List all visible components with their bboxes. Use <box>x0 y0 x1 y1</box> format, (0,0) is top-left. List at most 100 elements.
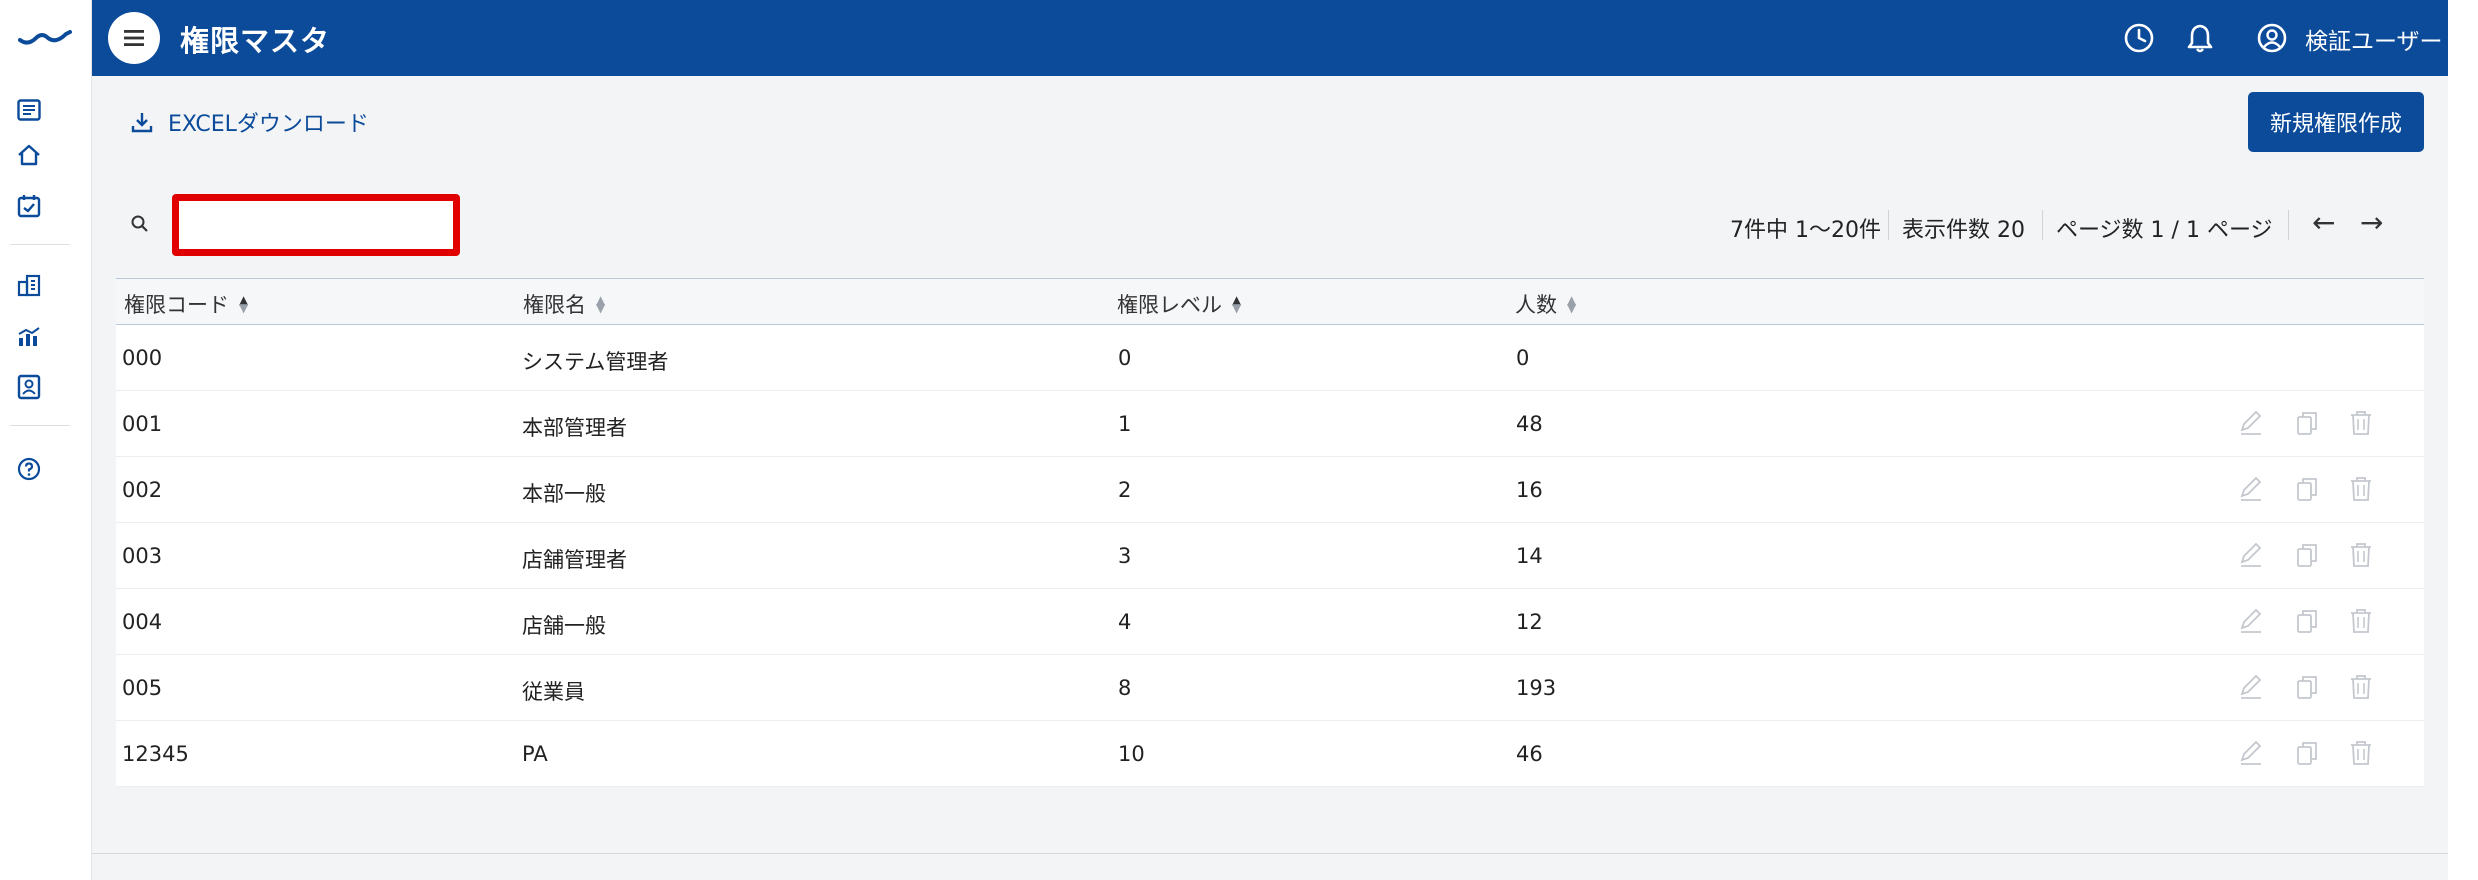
download-icon <box>131 113 153 133</box>
cell-level: 0 <box>1118 346 1132 370</box>
cell-count: 46 <box>1516 742 1543 766</box>
edit-icon[interactable] <box>2238 607 2264 635</box>
pager-divider <box>1888 210 1889 240</box>
sidebar <box>0 0 92 880</box>
footer-divider <box>92 853 2448 854</box>
cell-count: 0 <box>1516 346 1530 370</box>
copy-icon[interactable] <box>2294 739 2320 767</box>
main-content: EXCELダウンロード 新規権限作成 7件中 1〜20件 表示件数 20 ページ… <box>92 76 2448 854</box>
menu-button[interactable] <box>108 12 160 64</box>
cell-name: 本部管理者 <box>522 416 627 440</box>
excel-download-label: EXCELダウンロード <box>168 112 369 137</box>
calendar-check-icon[interactable] <box>14 191 44 221</box>
table-row[interactable]: 004 店舗一般 4 12 <box>116 589 2424 655</box>
list-icon[interactable] <box>14 95 44 125</box>
cell-name: 本部一般 <box>522 482 606 506</box>
hamburger-icon <box>124 30 144 46</box>
logo-icon <box>18 30 72 45</box>
cell-code: 005 <box>122 676 163 700</box>
cell-count: 14 <box>1516 544 1543 568</box>
table-header: 権限コード ▲ ▼ 権限名 ▲ ▼ 権限レベル ▲ ▼ 人数 ▲ ▼ <box>116 279 2424 325</box>
delete-icon[interactable] <box>2348 475 2374 503</box>
delete-icon[interactable] <box>2348 409 2374 437</box>
pager-divider <box>2288 210 2289 240</box>
delete-icon[interactable] <box>2348 739 2374 767</box>
cell-level: 10 <box>1118 742 1145 766</box>
permission-table: 権限コード ▲ ▼ 権限名 ▲ ▼ 権限レベル ▲ ▼ 人数 ▲ ▼ 000 システム管… <box>116 278 2424 787</box>
edit-icon[interactable] <box>2238 739 2264 767</box>
cell-level: 8 <box>1118 676 1132 700</box>
cell-code: 000 <box>122 346 163 370</box>
edit-icon[interactable] <box>2238 541 2264 569</box>
history-icon[interactable] <box>2123 22 2155 54</box>
edit-icon[interactable] <box>2238 475 2264 503</box>
table-row[interactable]: 12345 PA 10 46 <box>116 721 2424 787</box>
table-row[interactable]: 000 システム管理者 0 0 <box>116 325 2424 391</box>
chart-icon[interactable] <box>14 322 44 352</box>
column-header-level[interactable]: 権限レベル ▲ ▼ <box>1117 289 1241 319</box>
pager-range: 7件中 1〜20件 <box>1730 218 1881 243</box>
scroll-gutter <box>2448 0 2478 880</box>
excel-download-link[interactable]: EXCELダウンロード <box>130 106 369 138</box>
delete-icon[interactable] <box>2348 673 2374 701</box>
column-header-name[interactable]: 権限名 ▲ ▼ <box>523 289 605 319</box>
sort-icon: ▲ ▼ <box>239 293 249 315</box>
pager-per-page[interactable]: 表示件数 20 <box>1902 212 2025 244</box>
search-icon <box>131 215 148 232</box>
prev-page-button[interactable]: ← <box>2312 206 2335 239</box>
building-icon[interactable] <box>14 270 44 300</box>
pager-divider <box>2042 210 2043 240</box>
user-icon[interactable] <box>2256 22 2288 54</box>
cell-code: 004 <box>122 610 163 634</box>
bell-icon[interactable] <box>2184 22 2216 54</box>
help-icon[interactable] <box>14 454 44 484</box>
next-page-button[interactable]: → <box>2360 206 2383 239</box>
cell-code: 001 <box>122 412 163 436</box>
cell-code: 12345 <box>122 742 189 766</box>
cell-level: 1 <box>1118 412 1132 436</box>
copy-icon[interactable] <box>2294 607 2320 635</box>
search-input[interactable] <box>172 194 460 256</box>
delete-icon[interactable] <box>2348 607 2374 635</box>
top-bar: 権限マスタ 検証ユーザー <box>92 0 2448 76</box>
copy-icon[interactable] <box>2294 541 2320 569</box>
copy-icon[interactable] <box>2294 475 2320 503</box>
edit-icon[interactable] <box>2238 409 2264 437</box>
sidebar-divider <box>10 425 70 426</box>
cell-name: 店舗管理者 <box>522 548 627 572</box>
column-label: 権限レベル <box>1117 293 1222 317</box>
cell-level: 3 <box>1118 544 1132 568</box>
column-label: 権限名 <box>523 293 586 317</box>
table-row[interactable]: 001 本部管理者 1 48 <box>116 391 2424 457</box>
cell-code: 002 <box>122 478 163 502</box>
pager-page: ページ数 1 / 1 ページ <box>2056 218 2273 243</box>
sort-icon: ▲ ▼ <box>1567 293 1577 315</box>
id-card-icon[interactable] <box>14 372 44 402</box>
new-permission-button[interactable]: 新規権限作成 <box>2248 92 2424 152</box>
copy-icon[interactable] <box>2294 409 2320 437</box>
table-row[interactable]: 002 本部一般 2 16 <box>116 457 2424 523</box>
cell-name: 従業員 <box>522 680 585 704</box>
copy-icon[interactable] <box>2294 673 2320 701</box>
cell-count: 16 <box>1516 478 1543 502</box>
sort-icon: ▲ ▼ <box>1232 293 1242 315</box>
column-label: 人数 <box>1515 293 1557 317</box>
edit-icon[interactable] <box>2238 673 2264 701</box>
column-header-count[interactable]: 人数 ▲ ▼ <box>1515 289 1576 319</box>
cell-level: 4 <box>1118 610 1132 634</box>
cell-name: システム管理者 <box>522 350 669 374</box>
cell-name: 店舗一般 <box>522 614 606 638</box>
delete-icon[interactable] <box>2348 541 2374 569</box>
cell-count: 48 <box>1516 412 1543 436</box>
home-icon[interactable] <box>14 140 44 170</box>
column-header-code[interactable]: 権限コード ▲ ▼ <box>124 289 248 319</box>
table-row[interactable]: 003 店舗管理者 3 14 <box>116 523 2424 589</box>
cell-count: 193 <box>1516 676 1557 700</box>
user-name[interactable]: 検証ユーザー <box>2305 22 2443 56</box>
sort-icon: ▲ ▼ <box>596 293 606 315</box>
sidebar-divider <box>10 244 70 245</box>
page-title: 権限マスタ <box>180 24 331 58</box>
cell-level: 2 <box>1118 478 1132 502</box>
cell-count: 12 <box>1516 610 1543 634</box>
table-row[interactable]: 005 従業員 8 193 <box>116 655 2424 721</box>
